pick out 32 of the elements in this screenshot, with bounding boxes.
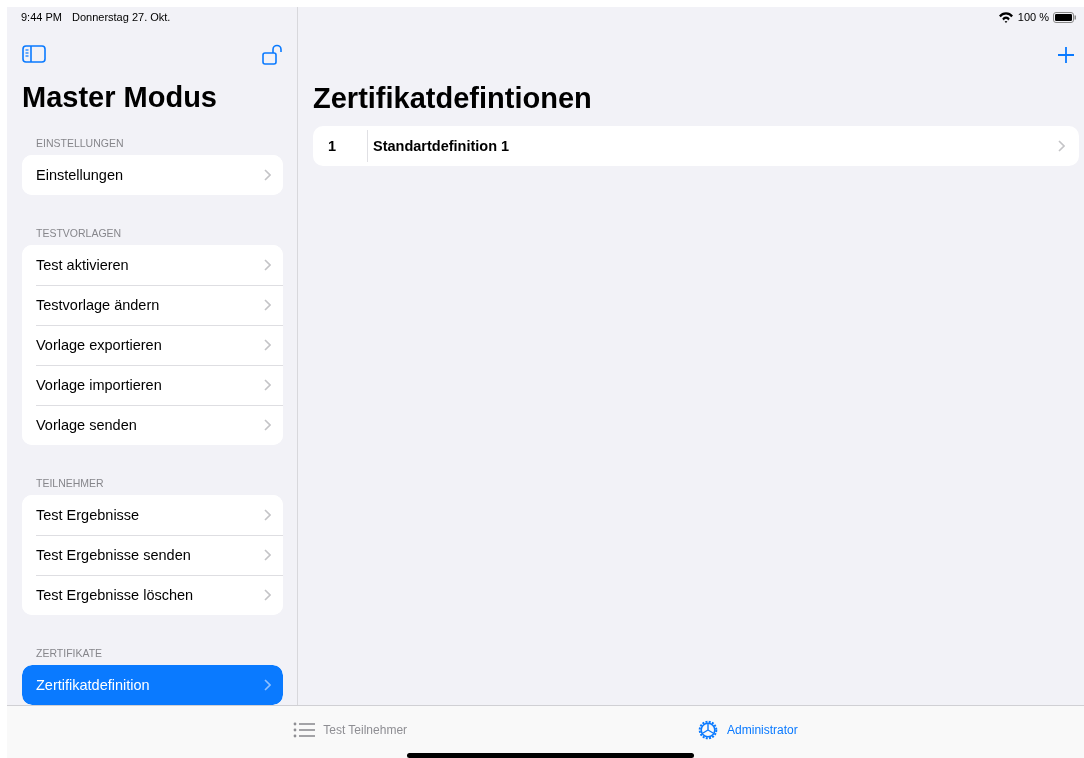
- battery-icon: [1053, 11, 1077, 23]
- wifi-icon: [997, 11, 1014, 23]
- sidebar-toggle-icon[interactable]: [22, 45, 46, 64]
- add-icon[interactable]: [1057, 46, 1075, 64]
- section-header: TESTVORLAGEN: [36, 226, 123, 240]
- page-title: Zertifikatdefintionen: [313, 81, 593, 116]
- list-icon: [293, 721, 316, 739]
- battery-percentage: 100 %: [1017, 11, 1049, 23]
- row-number: 1: [313, 130, 368, 162]
- chevron-icon: [1058, 140, 1065, 152]
- chevron-icon: [264, 299, 271, 311]
- row-label: Standartdefinition 1: [372, 138, 511, 154]
- chevron-icon: [264, 679, 271, 691]
- list-row[interactable]: 1 Standartdefinition 1: [313, 126, 1079, 166]
- chevron-icon: [264, 589, 271, 601]
- status-time: 9:44 PM: [21, 10, 62, 23]
- tab-bar-item[interactable]: Administrator: [697, 706, 798, 754]
- sidebar-title: Master Modus: [22, 80, 218, 115]
- chevron-icon: [264, 259, 271, 271]
- chevron-icon: [264, 339, 271, 351]
- sidebar-item[interactable]: Zertifikatdefinition: [22, 665, 283, 705]
- section-header: TEILNEHMER: [36, 476, 105, 490]
- unlocked-padlock-icon[interactable]: [262, 43, 283, 65]
- chevron-icon: [264, 169, 271, 181]
- chevron-icon: [264, 509, 271, 521]
- status-date: Donnerstag 27. Okt.: [71, 10, 171, 23]
- chevron-icon: [264, 549, 271, 561]
- section-header: ZERTIFIKATE: [36, 646, 104, 660]
- section-header: EINSTELLUNGEN: [36, 136, 125, 150]
- gear-icon: [697, 719, 720, 741]
- chevron-icon: [264, 379, 271, 391]
- chevron-icon: [264, 419, 271, 431]
